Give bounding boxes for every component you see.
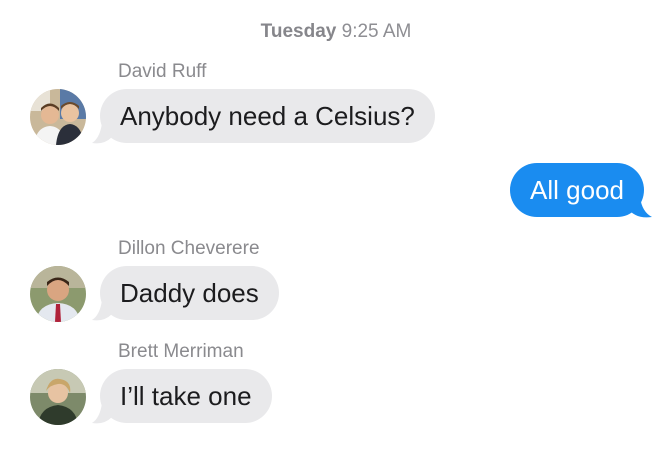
timestamp-time: 9:25 AM — [341, 21, 412, 42]
bubble-tail — [92, 123, 112, 144]
message-bubble-outgoing[interactable]: All good — [510, 163, 644, 217]
message-bubble-incoming[interactable]: Daddy does — [100, 266, 279, 320]
message-bubble-incoming[interactable]: I’ll take one — [100, 369, 272, 423]
message-timestamp: Tuesday 9:25 AM — [0, 21, 672, 43]
sender-name: Brett Merriman — [118, 341, 244, 362]
message-text: I’ll take one — [120, 381, 252, 411]
timestamp-day: Tuesday — [260, 21, 337, 42]
contact-photo — [30, 369, 86, 425]
bubble-tail — [630, 197, 652, 218]
avatar[interactable] — [30, 369, 86, 425]
avatar[interactable] — [30, 89, 86, 145]
contact-photo — [30, 89, 86, 145]
contact-photo — [30, 266, 86, 322]
bubble-tail — [92, 300, 112, 321]
message-text: Anybody need a Celsius? — [120, 101, 415, 131]
message-thread: Tuesday 9:25 AM David Ruff Anybody need … — [0, 0, 672, 456]
avatar[interactable] — [30, 266, 86, 322]
sender-name: David Ruff — [118, 61, 207, 82]
message-text: Daddy does — [120, 278, 259, 308]
bubble-tail — [92, 403, 112, 424]
sender-name: Dillon Cheverere — [118, 238, 260, 259]
message-bubble-incoming[interactable]: Anybody need a Celsius? — [100, 89, 435, 143]
message-text: All good — [530, 175, 624, 205]
